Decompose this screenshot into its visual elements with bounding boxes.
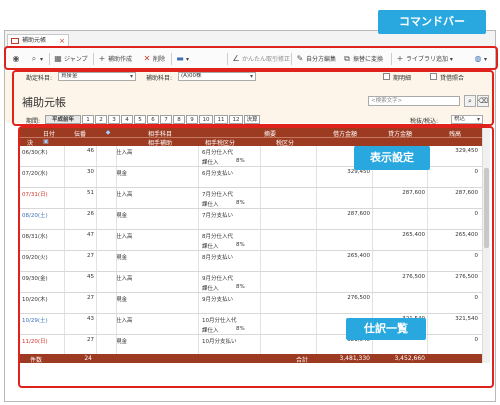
callout-journal-list: 仕訳一覧	[346, 318, 426, 340]
callout-command-bar: コマンドバー	[378, 10, 486, 34]
ledger-icon	[11, 38, 19, 44]
tab-label: 補助元帳	[22, 37, 47, 44]
command-bar-highlight	[4, 46, 498, 70]
callout-display-settings: 表示設定	[354, 146, 430, 170]
settings-highlight	[12, 70, 494, 126]
